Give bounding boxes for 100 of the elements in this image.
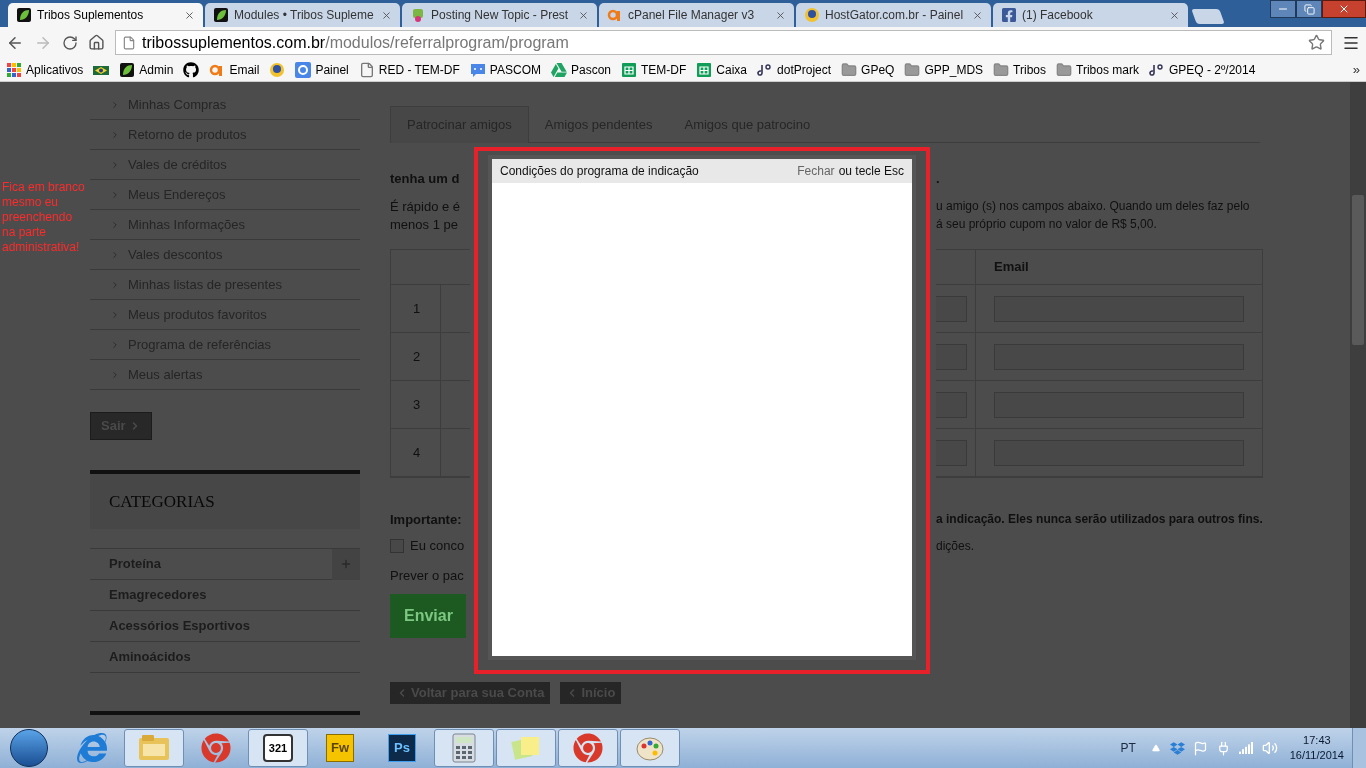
chevron-right-icon — [110, 219, 120, 230]
close-icon[interactable] — [972, 9, 983, 21]
taskbar-app-button[interactable] — [124, 729, 184, 767]
clock[interactable]: 17:43 16/11/2014 — [1289, 733, 1344, 763]
chevron-right-icon — [110, 369, 120, 380]
close-icon[interactable] — [578, 9, 589, 21]
browser-tab[interactable]: (1) Facebook — [993, 3, 1188, 27]
taskbar-app-button[interactable] — [620, 729, 680, 767]
show-hidden-icons-icon[interactable] — [1151, 744, 1160, 752]
browser-tab[interactable]: Tribos Suplementos — [8, 3, 203, 27]
row-number: 3 — [391, 381, 441, 428]
tab-title: HostGator.com.br - Painel — [825, 7, 965, 24]
text-fragment: á seu próprio cupom no valor de R$ 5,00. — [936, 216, 1158, 233]
submit-button[interactable]: Enviar — [390, 594, 466, 638]
bookmark-link[interactable]: Email — [209, 60, 260, 79]
bookmark-link[interactable] — [183, 61, 200, 78]
text-fragment: Prever o pac — [390, 567, 465, 584]
address-bar[interactable]: tribossuplementos.com.br/modulos/referralprogram/program — [115, 30, 1332, 55]
close-icon[interactable] — [775, 9, 786, 21]
show-desktop-button[interactable] — [1352, 728, 1366, 768]
url-text: tribossuplementos.com.br/modulos/referralprogram/program — [142, 32, 569, 53]
sticky-notes-icon — [511, 734, 541, 762]
taskbar-app-button[interactable] — [496, 729, 556, 767]
github-icon — [183, 61, 200, 78]
tab-title: Modules • Tribos Supleme — [234, 7, 375, 24]
text-fragment: É rápido e é — [390, 198, 462, 215]
bookmark-link[interactable]: GPeQ — [841, 60, 895, 79]
chevron-right-icon — [110, 339, 120, 350]
leaf-icon — [16, 7, 32, 23]
page-icon — [358, 61, 375, 78]
taskbar-app-button[interactable]: Ps — [372, 729, 432, 767]
close-icon[interactable] — [381, 9, 392, 21]
taskbar-app-button[interactable]: Fw — [310, 729, 370, 767]
home-icon[interactable] — [88, 34, 105, 51]
close-hint: ou tecle Esc — [838, 163, 904, 180]
chevron-right-icon — [110, 309, 120, 320]
close-icon[interactable] — [184, 9, 195, 21]
bookmark-link[interactable]: TEM-DF — [621, 60, 687, 79]
reload-icon[interactable] — [62, 34, 78, 51]
row-number: 1 — [391, 285, 441, 332]
bookmark-link[interactable]: RED - TEM-DF — [358, 60, 460, 79]
browser-tab[interactable]: Modules • Tribos Supleme — [205, 3, 400, 27]
paint-palette-icon — [635, 734, 665, 762]
bookmark-link[interactable]: Admin — [119, 60, 174, 79]
chevron-right-icon — [110, 279, 120, 290]
agree-checkbox[interactable] — [390, 539, 404, 553]
maximize-button[interactable] — [1296, 0, 1322, 18]
dropbox-icon[interactable] — [1169, 740, 1185, 756]
flag-icon[interactable] — [1192, 740, 1208, 756]
browser-tab[interactable]: Posting New Topic - Prest — [402, 3, 597, 27]
chevron-right-icon — [110, 249, 120, 260]
taskbar-app-button[interactable] — [434, 729, 494, 767]
cart-icon — [410, 7, 426, 23]
bookmark-link[interactable]: Caixa — [696, 60, 748, 79]
bookmark-link[interactable]: GPEQ - 2º/2014 — [1148, 60, 1256, 79]
annotation-note: Fica em branco mesmo eu preenchendo na parte administrativa! — [2, 180, 86, 255]
text-fragment: u amigo (s) nos campos abaixo. Quando um deles faz pelo — [936, 198, 1251, 215]
row-number: 4 — [391, 429, 441, 476]
taskbar-app-button[interactable] — [558, 729, 618, 767]
bookmark-link[interactable]: Tribos mark — [1056, 60, 1139, 79]
important-label: Importante: — [390, 511, 463, 528]
start-button[interactable] — [10, 729, 48, 767]
more-bookmarks-button[interactable]: » — [1352, 59, 1360, 80]
minimize-button[interactable] — [1270, 0, 1296, 18]
chevron-right-icon — [110, 129, 120, 140]
chrome-icon — [201, 733, 231, 763]
folder-icon — [1056, 61, 1072, 78]
leaf-icon — [119, 61, 136, 78]
tab-title: Posting New Topic - Prest — [431, 7, 570, 24]
chevron-right-icon — [110, 159, 120, 170]
apps-grid-icon — [6, 61, 22, 78]
folder-icon — [841, 61, 858, 78]
tab-title: (1) Facebook — [1022, 7, 1094, 24]
bookmark-link[interactable]: Aplicativos — [6, 60, 84, 79]
restore-icon — [1303, 3, 1315, 15]
bookmark-link[interactable]: Painel — [295, 60, 349, 79]
cpanel-icon — [607, 7, 623, 23]
browser-tab[interactable]: HostGator.com.br - Painel — [796, 3, 991, 27]
bookmark-link[interactable]: GPP_MDS — [904, 60, 984, 79]
close-link[interactable]: Fechar — [797, 162, 835, 180]
text-fragment: a indicação. Eles nunca serão utilizados para outros fins. — [936, 511, 1263, 528]
calculator-icon — [452, 733, 476, 763]
bookmark-star-icon[interactable] — [1308, 34, 1325, 51]
bookmark-link[interactable]: dotProject — [757, 60, 832, 79]
modal-title: Condições do programa de indicação — [500, 163, 699, 180]
categories-title: CATEGORIAS — [109, 490, 215, 513]
browser-tab[interactable]: cPanel File Manager v3 — [599, 3, 794, 27]
browser-icon — [77, 733, 107, 763]
tab-title: cPanel File Manager v3 — [628, 7, 756, 24]
bookmark-link[interactable]: PASCOM — [469, 60, 541, 79]
close-icon[interactable] — [1169, 9, 1180, 21]
folder-icon — [993, 61, 1010, 78]
volume-icon[interactable] — [1261, 740, 1278, 756]
signal-bars-icon[interactable] — [1238, 741, 1254, 755]
google-plus-icon — [295, 61, 312, 78]
spreadsheet-icon — [696, 61, 713, 78]
taskbar-app-button[interactable]: 321 — [248, 729, 308, 767]
new-tab-button[interactable] — [1191, 9, 1225, 24]
bookmark-link[interactable]: Tribos — [993, 60, 1046, 79]
bookmark-link[interactable]: Pascon — [551, 60, 611, 79]
